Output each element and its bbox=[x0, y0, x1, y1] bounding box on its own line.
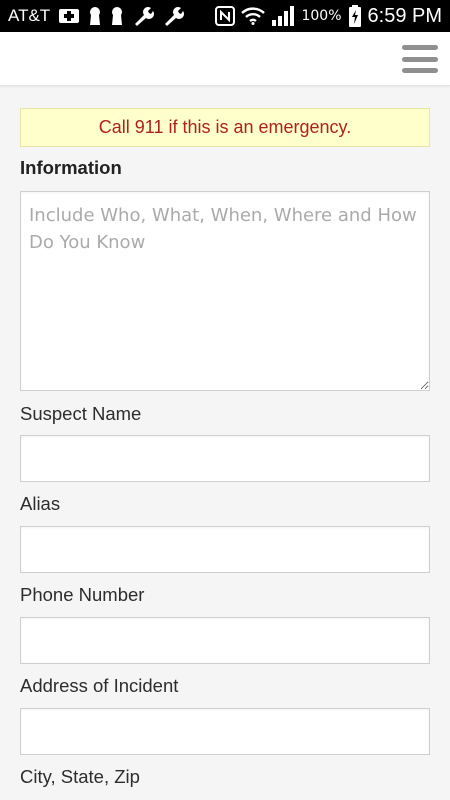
tip-form: Call 911 if this is an emergency. Inform… bbox=[20, 108, 430, 788]
hamburger-menu-icon[interactable] bbox=[400, 43, 440, 75]
wrench-icon bbox=[132, 6, 155, 26]
address-of-incident-field[interactable] bbox=[20, 708, 430, 755]
city-state-zip-label: City, State, Zip bbox=[20, 766, 140, 787]
medical-cross-icon bbox=[58, 7, 80, 25]
clock: 6:59 PM bbox=[367, 4, 442, 27]
battery-percent: 100% bbox=[301, 8, 342, 24]
battery-charging-icon bbox=[348, 5, 362, 27]
app-header bbox=[0, 32, 450, 86]
address-of-incident-label: Address of Incident bbox=[20, 675, 179, 696]
menu-bar bbox=[402, 68, 438, 73]
phone-number-label: Phone Number bbox=[20, 584, 145, 605]
alias-label: Alias bbox=[20, 493, 61, 514]
menu-bar bbox=[402, 56, 438, 62]
signal-icon bbox=[271, 6, 295, 26]
information-label: Information bbox=[20, 157, 122, 178]
keyhole-icon bbox=[88, 6, 102, 26]
menu-bar bbox=[402, 45, 438, 50]
carrier-label: AT&T bbox=[8, 6, 51, 25]
suspect-name-field[interactable] bbox=[20, 435, 430, 482]
wifi-icon bbox=[241, 7, 266, 25]
nfc-icon bbox=[215, 6, 236, 26]
emergency-alert: Call 911 if this is an emergency. bbox=[20, 108, 430, 147]
alias-field[interactable] bbox=[20, 526, 430, 573]
suspect-name-label: Suspect Name bbox=[20, 403, 142, 424]
keyhole-icon bbox=[110, 6, 124, 26]
wrench-icon bbox=[162, 6, 185, 26]
phone-number-field[interactable] bbox=[20, 617, 430, 664]
emergency-alert-text: Call 911 if this is an emergency. bbox=[98, 117, 352, 137]
status-bar: AT&T 100% 6:59 PM bbox=[0, 0, 450, 32]
information-textarea[interactable] bbox=[20, 191, 430, 391]
